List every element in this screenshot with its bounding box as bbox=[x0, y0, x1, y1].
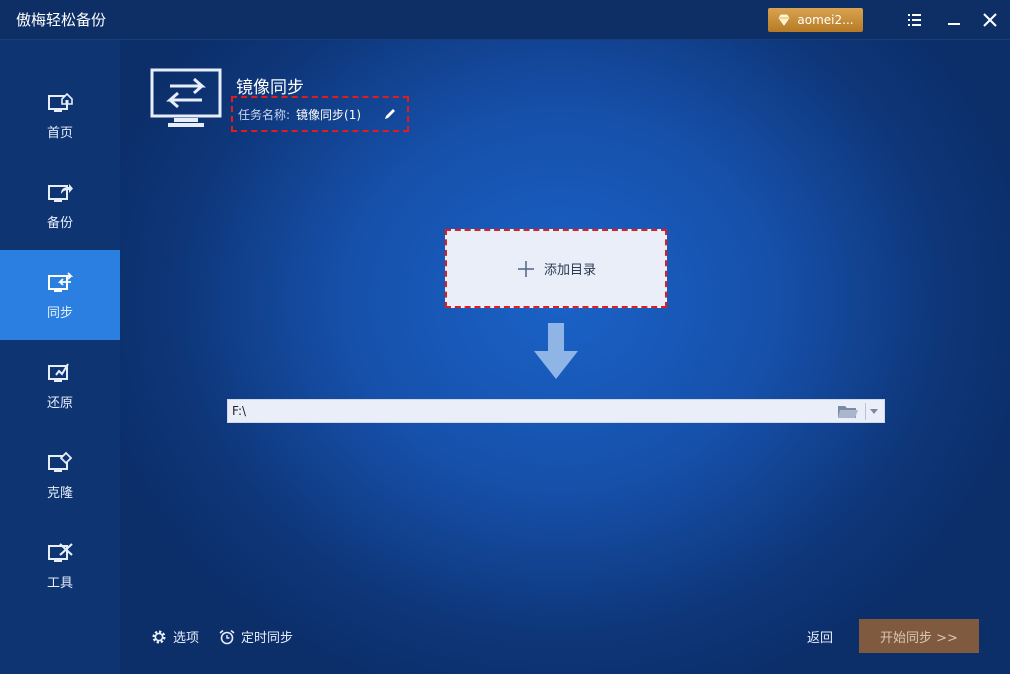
options-label: 选项 bbox=[173, 631, 200, 646]
start-sync-button[interactable]: 开始同步 >> bbox=[859, 619, 979, 653]
sidebar-item-label: 还原 bbox=[46, 395, 73, 411]
app-title: 傲梅轻松备份 bbox=[16, 11, 107, 29]
tools-monitor-icon bbox=[48, 542, 73, 562]
minimize-icon[interactable] bbox=[944, 10, 964, 30]
diamond-icon bbox=[778, 14, 790, 26]
sync-task-icon bbox=[150, 68, 222, 127]
chevron-down-icon[interactable] bbox=[869, 407, 879, 415]
pencil-icon[interactable] bbox=[383, 107, 397, 121]
folder-open-icon[interactable] bbox=[837, 403, 859, 420]
add-directory-button[interactable]: 添加目录 bbox=[445, 229, 667, 308]
destination-field[interactable] bbox=[227, 399, 885, 423]
restore-monitor-icon bbox=[48, 362, 69, 382]
destination-input[interactable] bbox=[228, 400, 828, 422]
user-account-button[interactable]: aomei2... bbox=[768, 8, 863, 32]
clone-monitor-icon bbox=[48, 451, 73, 472]
sync-monitor-icon bbox=[48, 271, 74, 292]
task-name-box[interactable]: 任务名称: 镜像同步(1) bbox=[231, 96, 409, 132]
sidebar-item-label: 工具 bbox=[46, 575, 73, 591]
sidebar-item-label: 克隆 bbox=[46, 485, 73, 501]
sidebar-item-label: 首页 bbox=[46, 125, 73, 141]
sidebar-item-restore[interactable]: 还原 bbox=[0, 340, 120, 430]
plus-icon bbox=[517, 260, 534, 277]
options-button[interactable]: 选项 bbox=[151, 627, 199, 646]
task-name-label: 任务名称: bbox=[238, 107, 291, 122]
alarm-clock-icon bbox=[219, 629, 235, 644]
home-monitor-icon bbox=[48, 92, 73, 112]
sidebar-item-clone[interactable]: 克隆 bbox=[0, 430, 120, 520]
schedule-sync-button[interactable]: 定时同步 bbox=[219, 627, 293, 646]
back-button[interactable]: 返回 bbox=[807, 627, 833, 646]
sidebar-item-backup[interactable]: 备份 bbox=[0, 160, 120, 250]
gear-icon bbox=[152, 630, 166, 643]
title-bar: 傲梅轻松备份 aomei2... bbox=[0, 0, 1010, 40]
close-icon[interactable] bbox=[980, 10, 1000, 30]
menu-icon[interactable] bbox=[904, 10, 924, 30]
task-name-value[interactable]: 镜像同步(1) bbox=[296, 106, 361, 123]
page-title: 镜像同步 bbox=[236, 78, 304, 98]
sidebar: 首页 备份 同步 还原 克隆 工具 bbox=[0, 40, 120, 674]
add-directory-label: 添加目录 bbox=[543, 263, 596, 278]
user-label: aomei2... bbox=[797, 13, 854, 27]
sidebar-item-tools[interactable]: 工具 bbox=[0, 520, 120, 610]
backup-monitor-icon bbox=[48, 183, 73, 202]
sidebar-item-label: 备份 bbox=[46, 215, 73, 231]
dropdown-separator bbox=[865, 403, 866, 420]
schedule-label: 定时同步 bbox=[241, 631, 294, 646]
arrow-down-icon bbox=[534, 323, 578, 379]
sidebar-item-home[interactable]: 首页 bbox=[0, 70, 120, 160]
sidebar-item-sync[interactable]: 同步 bbox=[0, 250, 120, 340]
sidebar-item-label: 同步 bbox=[46, 305, 73, 321]
